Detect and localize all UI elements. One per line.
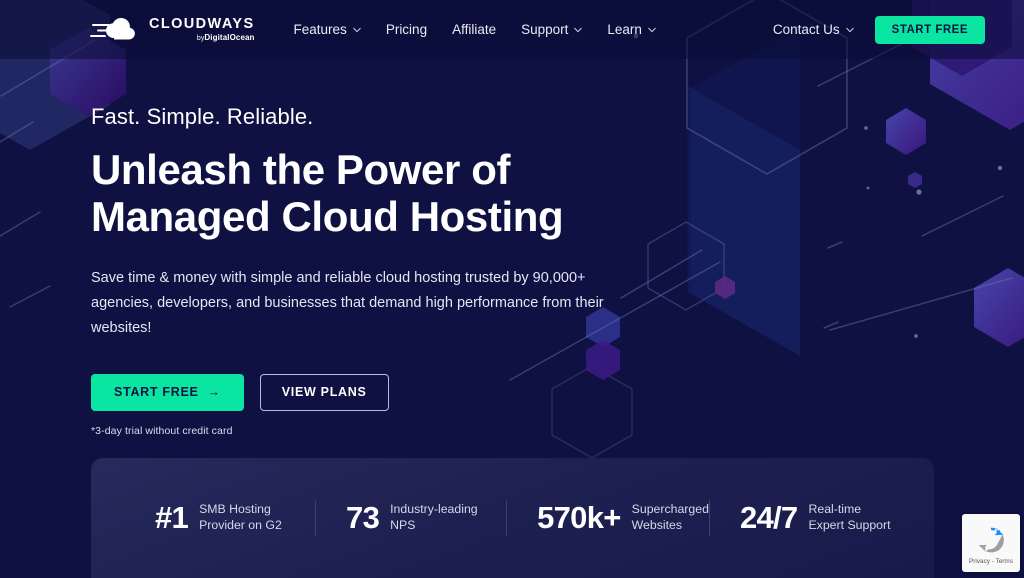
trial-note: *3-day trial without credit card: [91, 425, 711, 437]
stat-value: 24/7: [740, 500, 798, 536]
nav-item-label: Affiliate: [452, 22, 496, 37]
stat-item: 570k+ Supercharged Websites: [506, 500, 709, 536]
nav-item-support[interactable]: Support: [521, 22, 582, 37]
stat-label-line-2: Websites: [632, 518, 682, 532]
nav-item-label: Support: [521, 22, 568, 37]
stats-card: #1 SMB Hosting Provider on G2 73 Industr…: [91, 458, 934, 578]
logo-sub-brand: DigitalOcean: [204, 33, 254, 42]
stat-value: 73: [346, 500, 379, 536]
headline-line-2: Managed Cloud Hosting: [91, 193, 563, 240]
chevron-down-icon: [353, 26, 361, 34]
stat-item: 73 Industry-leading NPS: [315, 500, 506, 536]
chevron-down-icon: [846, 26, 854, 34]
stat-label-line-2: Provider on G2: [199, 518, 282, 532]
stat-label-line-2: Expert Support: [808, 518, 890, 532]
stat-label-line-1: Industry-leading: [390, 502, 478, 516]
stat-value: #1: [155, 500, 188, 536]
stat-item: 24/7 Real-time Expert Support: [709, 500, 900, 536]
hero-view-plans-button[interactable]: VIEW PLANS: [260, 374, 389, 411]
nav-item-label: Contact Us: [773, 22, 840, 37]
logo[interactable]: CLOUDWAYS byDigitalOcean: [90, 16, 255, 44]
nav-item-features[interactable]: Features: [294, 22, 361, 37]
logo-subtext: byDigitalOcean: [149, 34, 255, 42]
page-title: Unleash the Power of Managed Cloud Hosti…: [91, 146, 711, 240]
header-actions: Contact Us START FREE: [773, 16, 985, 44]
hero-subcopy: Save time & money with simple and reliab…: [91, 266, 636, 341]
nav-item-label: Learn: [607, 22, 642, 37]
hero-section: Fast. Simple. Reliable. Unleash the Powe…: [91, 104, 711, 437]
logo-wordmark: CLOUDWAYS: [149, 17, 255, 32]
stat-item: #1 SMB Hosting Provider on G2: [125, 500, 315, 536]
hero-cta-row: START FREE → VIEW PLANS: [91, 374, 711, 411]
recaptcha-icon: [974, 523, 1008, 557]
header-start-free-button[interactable]: START FREE: [875, 16, 985, 44]
hero-start-free-label: START FREE: [114, 385, 199, 399]
nav-item-label: Features: [294, 22, 347, 37]
nav-item-contact-us[interactable]: Contact Us: [773, 22, 854, 37]
stat-label-line-1: Supercharged: [632, 502, 709, 516]
stat-label: SMB Hosting Provider on G2: [199, 502, 282, 533]
main-navigation: Features Pricing Affiliate Support Learn: [294, 22, 656, 37]
nav-item-affiliate[interactable]: Affiliate: [452, 22, 496, 37]
stat-label-line-1: SMB Hosting: [199, 502, 271, 516]
nav-item-learn[interactable]: Learn: [607, 22, 656, 37]
hero-start-free-button[interactable]: START FREE →: [91, 374, 244, 411]
stat-label-line-1: Real-time: [808, 502, 861, 516]
recaptcha-text: Privacy - Terms: [969, 558, 1013, 565]
site-header: CLOUDWAYS byDigitalOcean Features Pricin…: [0, 0, 1024, 59]
arrow-right-icon: →: [208, 385, 221, 399]
stat-label-line-2: NPS: [390, 518, 415, 532]
hero-eyebrow: Fast. Simple. Reliable.: [91, 104, 711, 130]
chevron-down-icon: [574, 26, 582, 34]
stat-value: 570k+: [537, 500, 621, 536]
nav-item-label: Pricing: [386, 22, 427, 37]
headline-line-1: Unleash the Power of: [91, 146, 510, 193]
chevron-down-icon: [648, 26, 656, 34]
stat-label: Supercharged Websites: [632, 502, 709, 533]
nav-item-pricing[interactable]: Pricing: [386, 22, 427, 37]
stat-label: Real-time Expert Support: [808, 502, 890, 533]
cloud-speed-icon: [90, 16, 140, 44]
stat-label: Industry-leading NPS: [390, 502, 478, 533]
recaptcha-badge[interactable]: Privacy - Terms: [962, 514, 1020, 572]
